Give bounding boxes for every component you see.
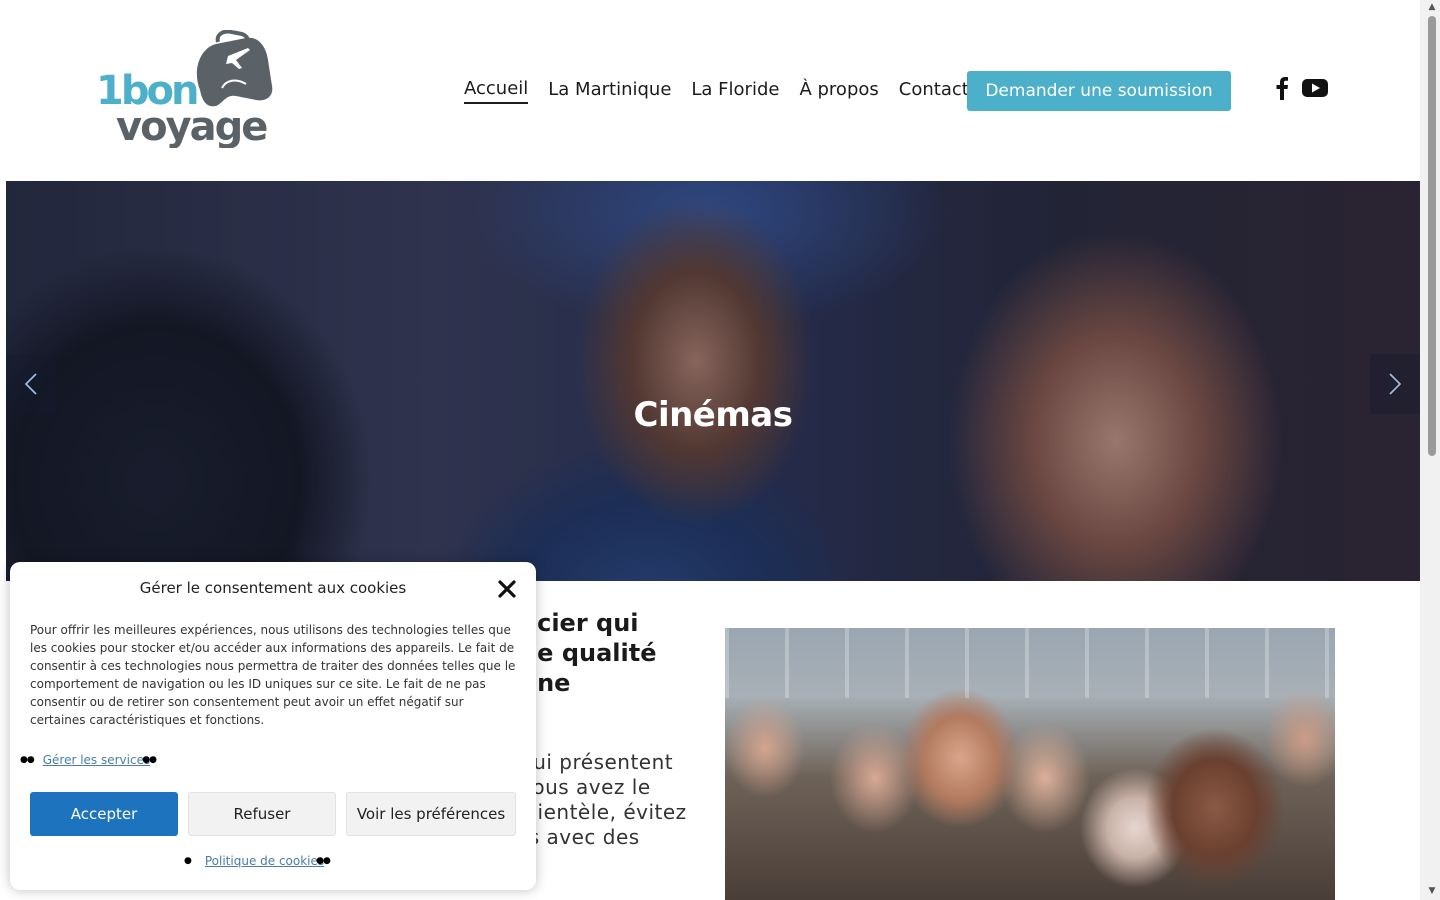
nav-item-la-floride[interactable]: La Floride	[691, 79, 779, 103]
accept-button[interactable]: Accepter	[30, 792, 178, 836]
paragraph-line: qui présentent	[520, 750, 674, 774]
nav-item-accueil[interactable]: Accueil	[464, 78, 529, 104]
social-links	[1276, 76, 1328, 104]
close-icon[interactable]	[496, 578, 518, 600]
scroll-up-arrow-icon[interactable]: ▲	[1426, 2, 1438, 12]
cookie-dialog-title: Gérer le consentement aux cookies	[139, 579, 407, 597]
request-quote-button[interactable]: Demander une soumission	[967, 71, 1231, 111]
view-preferences-button[interactable]: Voir les préférences	[346, 792, 516, 836]
hero-title: Cinémas	[633, 395, 793, 435]
bullet-dots: ●	[184, 856, 192, 866]
heading-line: ncier qui	[520, 609, 639, 637]
audience-photo	[725, 628, 1335, 900]
main-nav: Accueil La Martinique La Floride À propo…	[464, 78, 989, 104]
logo-graphic: 1bon voyage	[96, 29, 273, 150]
paragraph-line: vous avez le	[520, 775, 651, 799]
nav-item-a-propos[interactable]: À propos	[799, 79, 878, 103]
paragraph-line: clientèle, évitez	[520, 800, 687, 824]
chevron-right-icon	[1389, 373, 1402, 395]
cookie-consent-dialog: Gérer le consentement aux cookies Pour o…	[10, 562, 536, 890]
heading-line: de qualité	[520, 639, 657, 667]
slider-prev-button[interactable]	[6, 354, 56, 414]
site-header: 1bon voyage Accueil La Martinique La Flo…	[0, 0, 1420, 181]
section-heading: ncier qui de qualité une	[520, 608, 710, 698]
youtube-icon[interactable]	[1302, 78, 1328, 102]
svg-text:voyage: voyage	[116, 104, 267, 148]
facebook-icon[interactable]	[1276, 76, 1288, 104]
heading-line: une	[520, 669, 571, 697]
paragraph-line: rs avec des	[520, 825, 640, 849]
cookie-policy-row: ● Politique de cookies ●●	[184, 853, 331, 869]
nav-item-la-martinique[interactable]: La Martinique	[548, 79, 671, 103]
manage-services-row: ●● Gérer les services ●●	[20, 752, 157, 768]
nav-item-contact[interactable]: Contact	[899, 79, 969, 103]
bullet-dots: ●●	[142, 755, 157, 765]
site-logo[interactable]: 1bon voyage	[96, 29, 278, 150]
hero-slider: Cinémas	[6, 181, 1420, 581]
scrollbar-thumb[interactable]	[1428, 16, 1436, 456]
manage-services-link[interactable]: Gérer les services	[43, 753, 151, 767]
section-paragraph: qui présentent vous avez le clientèle, é…	[520, 750, 710, 850]
bullet-dots: ●●	[20, 755, 35, 765]
bullet-dots: ●●	[316, 856, 331, 866]
refuse-button[interactable]: Refuser	[188, 792, 336, 836]
slider-next-button[interactable]	[1370, 354, 1420, 414]
chevron-left-icon	[24, 373, 37, 395]
scroll-down-arrow-icon[interactable]: ▼	[1426, 886, 1438, 896]
cookie-dialog-text: Pour offrir les meilleures expériences, …	[30, 623, 516, 727]
cookie-policy-link[interactable]: Politique de cookies	[205, 854, 324, 868]
